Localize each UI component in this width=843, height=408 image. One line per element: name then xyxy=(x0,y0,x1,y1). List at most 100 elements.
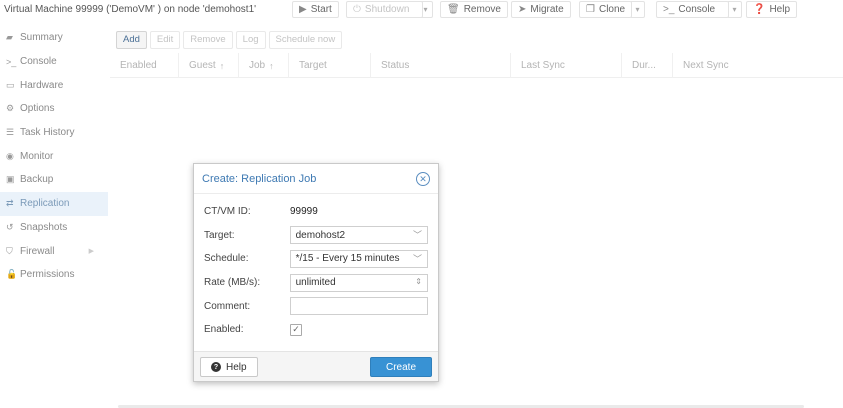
sidebar-item-label: Options xyxy=(20,103,55,115)
console-menu-toggle[interactable]: ▾ xyxy=(728,1,742,18)
schedule-select[interactable]: */15 - Every 15 minutes ﹀ xyxy=(289,249,428,268)
form-row-schedule: Schedule: */15 - Every 15 minutes ﹀ xyxy=(204,247,428,271)
sort-asc-icon: ↑ xyxy=(219,60,225,71)
chevron-down-icon: ▾ xyxy=(423,5,428,14)
rate-spinner[interactable]: unlimited ⇕ xyxy=(289,273,428,292)
chevron-down-icon[interactable]: ﹀ xyxy=(413,228,422,241)
edit-button[interactable]: Edit xyxy=(149,30,181,49)
column-header-target[interactable]: Target xyxy=(289,53,371,78)
dialog-header: Create: Replication Job ✕ xyxy=(194,164,438,194)
comment-input[interactable] xyxy=(289,297,428,316)
shutdown-label: Shutdown xyxy=(364,4,410,15)
sidebar-item-task-history[interactable]: ☰ Task History xyxy=(0,121,108,145)
sidebar-item-label: Hardware xyxy=(20,79,64,91)
sidebar-item-label: Replication xyxy=(20,198,70,210)
sort-asc-icon: ↑ xyxy=(269,60,274,71)
shutdown-button[interactable]: ⏻ Shutdown xyxy=(346,1,423,18)
clone-icon: ❐ xyxy=(586,4,595,15)
comment-label: Comment: xyxy=(204,300,251,312)
sidebar-item-label: Console xyxy=(20,56,57,68)
column-label: Target xyxy=(299,60,327,71)
trash-icon: 🗑 xyxy=(447,4,460,15)
schedule-select-value: */15 - Every 15 minutes xyxy=(295,253,400,265)
column-header-job[interactable]: Job ↑ xyxy=(239,53,289,78)
form-row-rate: Rate (MB/s): unlimited ⇕ xyxy=(204,271,428,295)
remove-vm-button[interactable]: 🗑 Remove xyxy=(440,1,508,18)
terminal-icon: >_ xyxy=(663,4,675,15)
sidebar-item-permissions[interactable]: 🔓 Permissions xyxy=(0,263,108,287)
question-icon: ? xyxy=(211,362,221,372)
column-header-status[interactable]: Status xyxy=(371,53,511,78)
column-label: Job xyxy=(249,60,266,71)
chevron-down-icon: ▾ xyxy=(732,5,737,14)
sidebar-item-label: Summary xyxy=(20,32,63,44)
close-icon[interactable]: ✕ xyxy=(416,172,430,186)
create-replication-dialog: Create: Replication Job ✕ CT/VM ID: 9999… xyxy=(193,163,439,382)
clone-button[interactable]: ❐ Clone xyxy=(579,1,632,18)
form-row-ctvm-id: CT/VM ID: 99999 xyxy=(204,200,428,224)
sidebar-item-backup[interactable]: ▣ Backup xyxy=(0,168,108,192)
sidebar-item-replication[interactable]: ⇄ Replication xyxy=(0,191,108,216)
sidebar-item-hardware[interactable]: ▭ Hardware xyxy=(0,73,108,97)
sidebar-item-summary[interactable]: ▰ Summary xyxy=(0,26,108,50)
form-row-target: Target: demohost2 ﹀ xyxy=(204,224,428,248)
console-button[interactable]: >_ Console xyxy=(656,1,729,18)
start-label: Start xyxy=(310,4,332,15)
sidebar-item-label: Backup xyxy=(20,174,54,186)
sidebar-item-console[interactable]: >_ Console xyxy=(0,50,108,74)
replication-form: CT/VM ID: 99999 Target: demohost2 ﹀ Sche… xyxy=(194,194,438,342)
list-icon: ☰ xyxy=(6,127,15,138)
send-icon: ➤ xyxy=(518,4,527,15)
column-header-guest[interactable]: Guest ↑ xyxy=(179,53,239,78)
chevron-down-icon[interactable]: ﹀ xyxy=(413,252,422,265)
expand-caret-icon[interactable]: ▶ xyxy=(89,247,94,255)
sidebar-item-label: Permissions xyxy=(20,269,75,281)
enabled-label: Enabled: xyxy=(204,324,244,336)
schedule-now-button[interactable]: Schedule now xyxy=(268,30,343,49)
gear-icon: ⚙ xyxy=(6,103,15,114)
sidebar-item-options[interactable]: ⚙ Options xyxy=(0,97,108,121)
help-button[interactable]: ? Help xyxy=(200,357,258,377)
column-header-last-sync[interactable]: Last Sync xyxy=(511,53,622,78)
replication-toolbar: Add Edit Remove Log Schedule now xyxy=(110,26,843,53)
start-button[interactable]: ▶ Start xyxy=(292,1,339,18)
sidebar-item-firewall[interactable]: ⛉ Firewall ▶ xyxy=(0,239,108,263)
summary-icon: ▰ xyxy=(6,32,13,43)
play-icon: ▶ xyxy=(299,4,307,15)
power-icon: ⏻ xyxy=(353,4,361,15)
enabled-checkbox[interactable]: ✓ xyxy=(290,323,302,336)
sidebar: ▰ Summary >_ Console ▭ Hardware ⚙ Option… xyxy=(0,26,108,408)
form-row-enabled: Enabled: ✓ xyxy=(204,318,428,342)
add-button[interactable]: Add xyxy=(116,30,147,49)
help-top-button[interactable]: ❓ Help xyxy=(746,1,798,18)
eye-icon: ◉ xyxy=(6,150,14,161)
spinner-arrows-icon[interactable]: ⇕ xyxy=(415,277,422,286)
target-select-value: demohost2 xyxy=(295,229,346,241)
shield-icon: ⛉ xyxy=(6,245,13,256)
shutdown-menu-toggle[interactable]: ▾ xyxy=(419,1,433,18)
help-top-label: Help xyxy=(769,4,791,15)
ctvm-id-value: 99999 xyxy=(290,206,318,218)
remove-button[interactable]: Remove xyxy=(183,30,233,49)
migrate-button[interactable]: ➤ Migrate xyxy=(511,1,571,18)
create-button[interactable]: Create xyxy=(370,357,432,377)
history-icon: ↺ xyxy=(6,221,14,232)
form-row-comment: Comment: xyxy=(204,294,428,318)
log-button[interactable]: Log xyxy=(235,30,266,49)
column-label: Guest xyxy=(189,60,216,71)
remove-label: Remove xyxy=(463,4,501,15)
column-header-enabled[interactable]: Enabled xyxy=(110,53,179,78)
sidebar-item-label: Firewall xyxy=(20,245,55,257)
sidebar-item-snapshots[interactable]: ↺ Snapshots xyxy=(0,216,108,240)
chevron-down-icon: ▾ xyxy=(635,5,640,14)
clone-menu-toggle[interactable]: ▾ xyxy=(631,1,645,18)
floppy-icon: ▣ xyxy=(6,174,15,185)
terminal-icon: >_ xyxy=(6,56,17,67)
column-header-next-sync[interactable]: Next Sync xyxy=(673,53,791,78)
column-label: Next Sync xyxy=(683,60,729,71)
sidebar-item-monitor[interactable]: ◉ Monitor xyxy=(0,144,108,168)
target-select[interactable]: demohost2 ﹀ xyxy=(289,226,428,245)
column-header-duration[interactable]: Dur... xyxy=(622,53,673,78)
column-label: Dur... xyxy=(632,60,656,71)
column-label: Last Sync xyxy=(521,60,565,71)
